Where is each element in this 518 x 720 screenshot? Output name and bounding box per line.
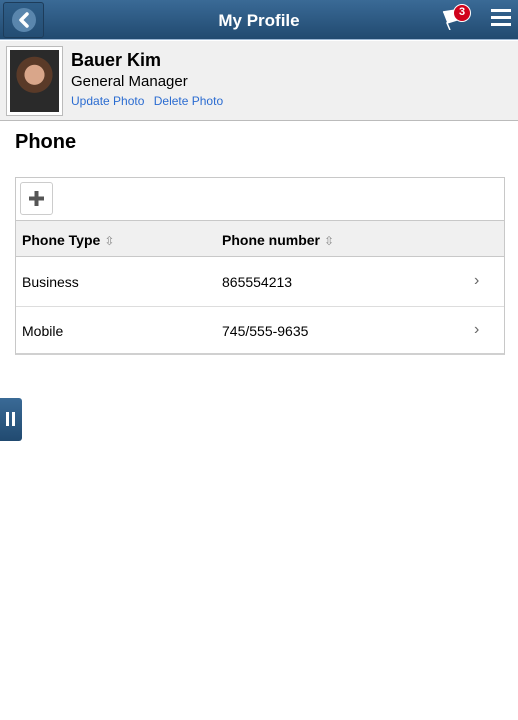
column-header-phone-type[interactable]: Phone Type ⇳ <box>22 232 114 248</box>
pause-bar-icon <box>6 412 9 426</box>
phone-number-cell: 745/555-9635 <box>222 323 309 339</box>
hamburger-menu-icon[interactable] <box>491 9 511 27</box>
table-row[interactable]: Business 865554213 › <box>16 258 504 306</box>
delete-photo-link[interactable]: Delete Photo <box>154 94 223 108</box>
phone-type-cell: Mobile <box>22 323 64 339</box>
profile-summary: Bauer Kim General Manager Update Photo D… <box>0 41 518 121</box>
column-header-phone-number[interactable]: Phone number ⇳ <box>222 232 334 248</box>
plus-icon <box>29 191 44 206</box>
profile-photo <box>6 46 63 116</box>
profile-job-title: General Manager <box>71 73 188 90</box>
side-panel-toggle[interactable] <box>0 398 22 441</box>
grid-header: Phone Type ⇳ Phone number ⇳ <box>16 220 504 257</box>
header-bar: My Profile 3 <box>0 0 518 40</box>
sort-icon: ⇳ <box>104 234 115 248</box>
profile-name: Bauer Kim <box>71 50 162 70</box>
chevron-right-icon: › <box>474 321 480 338</box>
section-title: Phone <box>15 131 77 153</box>
sort-icon: ⇳ <box>324 234 335 248</box>
add-phone-button[interactable] <box>20 182 53 215</box>
notification-badge[interactable]: 3 <box>453 4 471 22</box>
table-row[interactable]: Mobile 745/555-9635 › <box>16 306 504 354</box>
pause-bar-icon <box>12 412 15 426</box>
phone-number-cell: 865554213 <box>222 274 293 290</box>
chevron-right-icon: › <box>474 272 480 289</box>
phone-grid: Phone Type ⇳ Phone number ⇳ Business 86555… <box>15 177 505 355</box>
phone-type-cell: Business <box>22 274 79 290</box>
update-photo-link[interactable]: Update Photo <box>71 94 144 108</box>
